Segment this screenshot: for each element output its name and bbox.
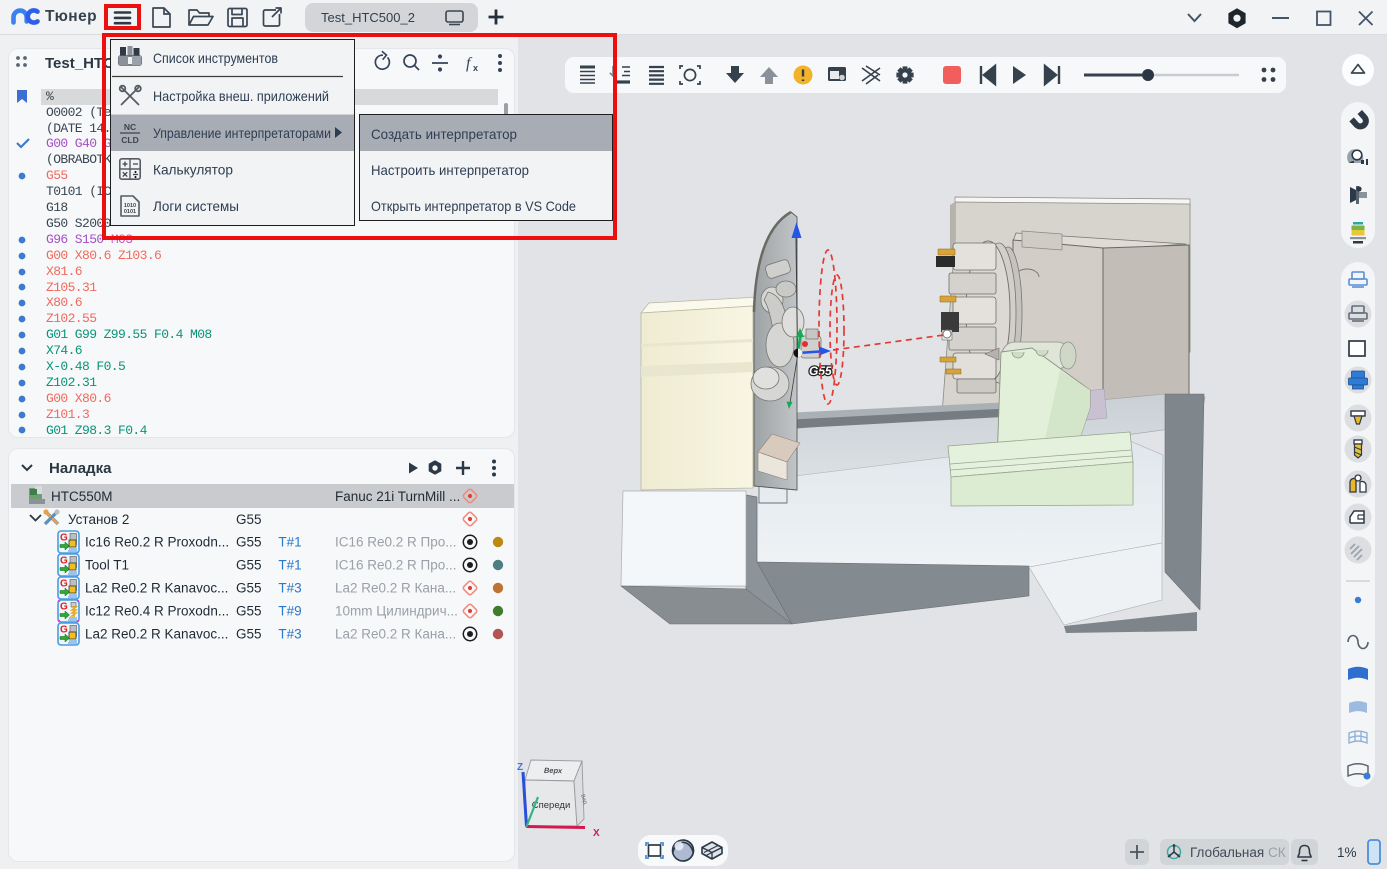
svg-text:Верх: Верх xyxy=(544,766,563,775)
svg-text:Глобальная СК: Глобальная СК xyxy=(1190,845,1286,860)
svg-text:X: X xyxy=(593,828,600,839)
svg-text:Спереди: Спереди xyxy=(532,800,571,811)
svg-text:Z: Z xyxy=(517,762,523,773)
svg-text:1%: 1% xyxy=(1337,845,1357,860)
